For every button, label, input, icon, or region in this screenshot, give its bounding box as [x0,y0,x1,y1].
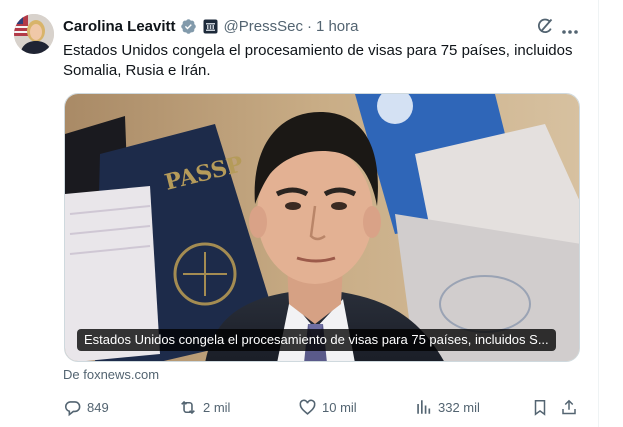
like-icon [299,399,316,415]
bookmark-button[interactable] [531,396,549,418]
reply-count: 849 [87,399,109,415]
share-icon [562,399,576,414]
author-avatar[interactable] [14,14,54,54]
grok-icon[interactable] [535,16,555,41]
repost-button[interactable]: 2 mil [178,396,230,418]
government-affiliation-icon[interactable] [203,19,218,34]
timeline-border [598,0,599,427]
tweet-actions: 849 2 mil 10 mil 332 mil [63,396,583,418]
like-count: 10 mil [322,399,357,415]
like-button[interactable]: 10 mil [298,396,357,418]
verified-badge-icon[interactable] [180,18,197,35]
author-handle[interactable]: @PressSec [224,18,303,35]
author-name[interactable]: Carolina Leavitt [63,18,176,35]
tweet-text: Estados Unidos congela el procesamiento … [63,42,573,79]
link-card[interactable]: PASSP Estados Unidos congela el procesam… [64,93,580,362]
tweet-header: Carolina Leavitt @PressSec · 1 hora [63,15,359,37]
bookmark-icon [534,399,546,416]
retweet-icon [181,400,195,414]
card-source-link[interactable]: De foxnews.com [63,367,159,382]
card-image: PASSP [65,94,579,361]
views-button[interactable]: 332 mil [415,396,480,418]
views-icon [417,400,431,414]
card-title: Estados Unidos congela el procesamiento … [77,329,556,351]
share-button[interactable] [560,396,578,418]
reply-button[interactable]: 849 [63,396,109,418]
separator-dot: · [306,17,312,35]
reply-icon [64,400,81,416]
more-options-icon[interactable] [561,22,579,40]
tweet-time[interactable]: 1 hora [316,18,359,35]
repost-count: 2 mil [203,399,231,415]
views-count: 332 mil [438,399,480,415]
